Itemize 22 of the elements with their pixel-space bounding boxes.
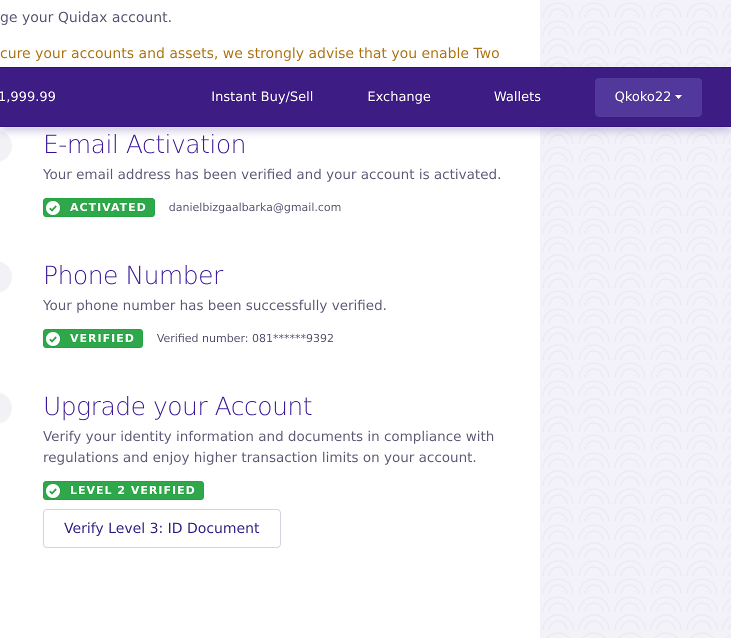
section-description: Verify your identity information and documents in compliance with regulations and enjoy higher transaction limits on your account. [43, 428, 496, 468]
verified-detail: danielbizgaalbarka@gmail.com [168, 201, 342, 214]
check-icon [46, 332, 60, 346]
intro-text: ge your Quidax account. [0, 10, 174, 26]
section-description: Your phone number has been successfully verified. [43, 297, 388, 316]
section-title: E-mail Activation [43, 130, 247, 159]
security-notice: cure your accounts and assets, we strongly advise that you enable Two [0, 46, 501, 62]
user-menu-button[interactable]: Qkoko22 [595, 78, 702, 116]
section-description: Your email address has been verified and your account is activated. [43, 166, 502, 185]
status-badge: LEVEL 2 VERIFIED [43, 481, 204, 500]
nav-link[interactable]: Instant Buy/Sell [211, 90, 314, 104]
status-badge: VERIFIED [43, 329, 143, 348]
status-badge: ACTIVATED [43, 198, 155, 217]
nav-link[interactable]: Exchange [367, 90, 431, 104]
caret-icon [675, 95, 682, 99]
nav-link[interactable]: Wallets [494, 90, 541, 104]
section-title: Upgrade your Account [43, 392, 314, 421]
check-icon [46, 484, 60, 498]
check-icon [46, 200, 60, 214]
verified-detail: Verified number: 081******9392 [156, 332, 334, 345]
verify-button[interactable]: Verify Level 3: ID Document [43, 509, 281, 548]
section-title: Phone Number [43, 261, 224, 290]
